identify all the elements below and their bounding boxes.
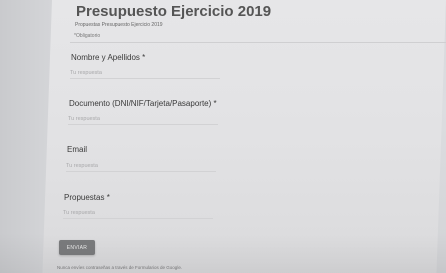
submit-button[interactable]: ENVIAR xyxy=(59,240,95,255)
form-title: Presupuesto Ejercicio 2019 xyxy=(76,3,272,20)
form-container: Presupuesto Ejercicio 2019 Propuestas Pr… xyxy=(0,0,446,273)
header-divider xyxy=(70,42,446,43)
footer-note: Nunca envíes contraseñas a través de For… xyxy=(57,265,183,270)
question-label-proposals: Propuestas * xyxy=(64,193,110,202)
required-note: *Obligatorio xyxy=(74,33,101,39)
form-description: Propuestas Presupuesto Ejercicio 2019 xyxy=(75,22,163,28)
proposals-input[interactable] xyxy=(63,207,213,219)
question-label-name: Nombre y Apellidos * xyxy=(71,53,146,62)
document-input[interactable] xyxy=(68,113,218,125)
question-label-email: Email xyxy=(67,145,88,154)
name-input[interactable] xyxy=(70,67,220,79)
email-input[interactable] xyxy=(66,160,216,172)
question-label-document: Documento (DNI/NIF/Tarjeta/Pasaporte) * xyxy=(69,99,217,108)
